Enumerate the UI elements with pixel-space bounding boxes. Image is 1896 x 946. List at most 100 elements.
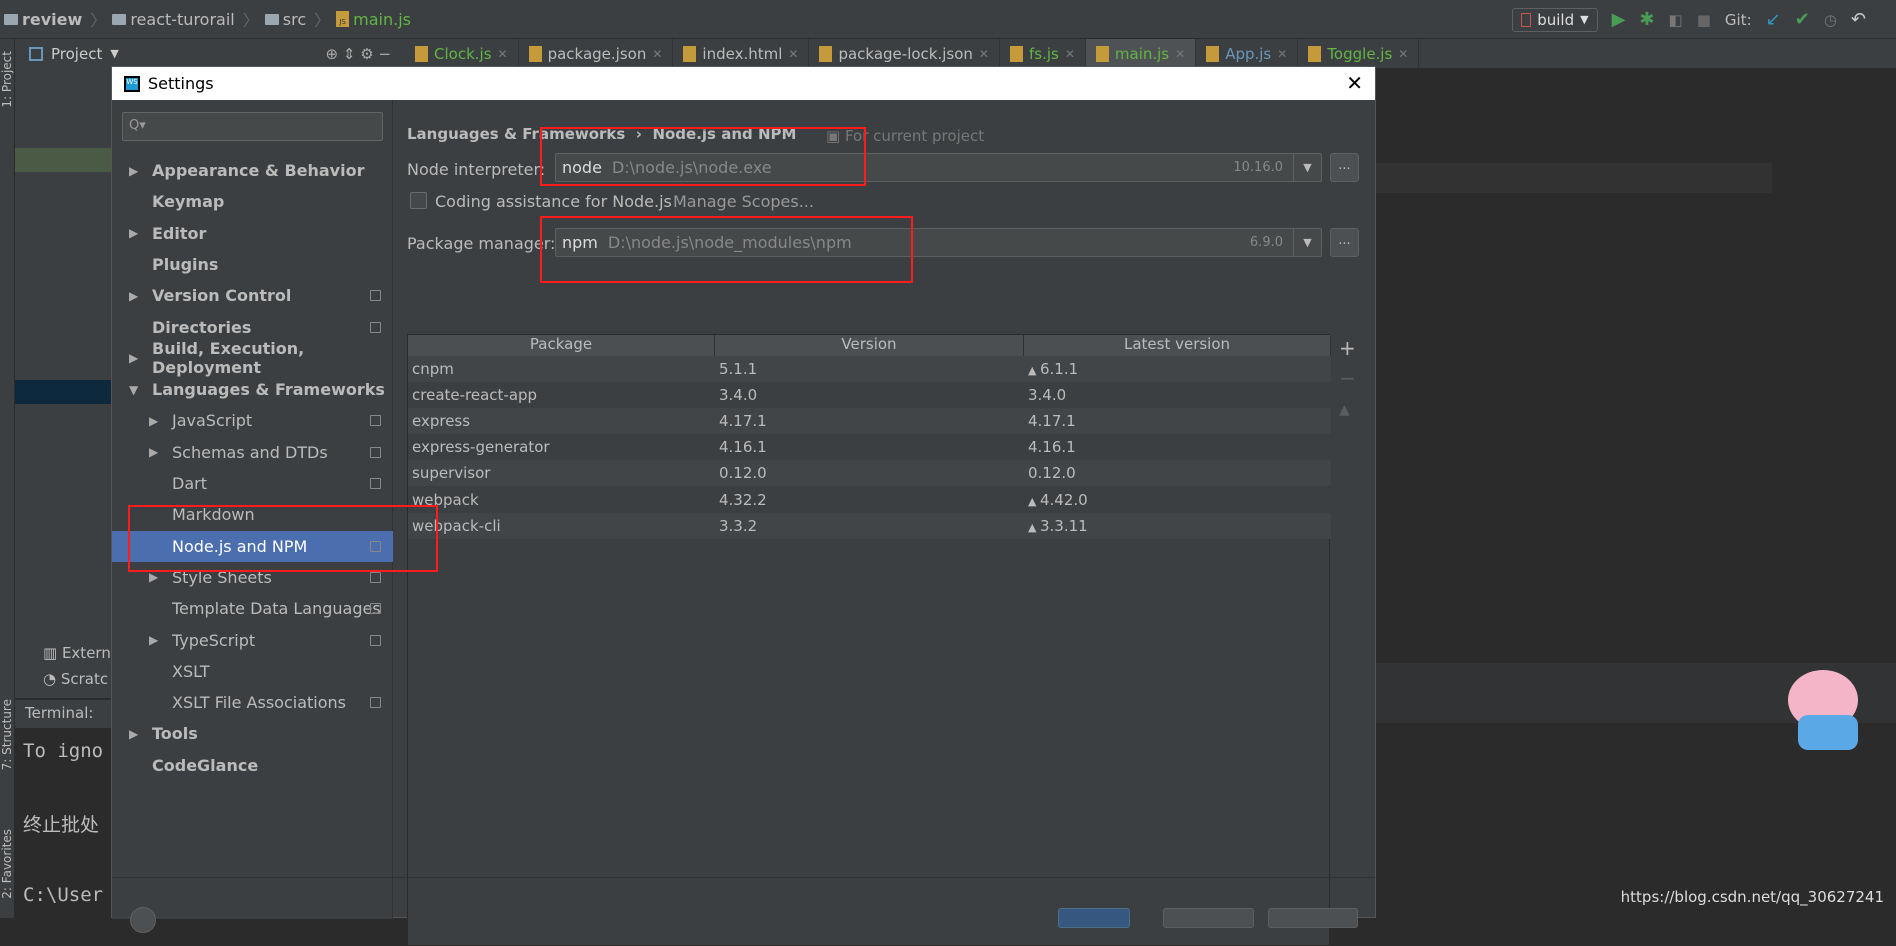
close-tab-icon[interactable]: ✕ — [1065, 47, 1075, 61]
tree-item-version-control[interactable]: ▶ Version Control — [112, 280, 393, 311]
manage-scopes-link[interactable]: Manage Scopes... — [673, 192, 814, 211]
coding-assistance-checkbox[interactable] — [410, 192, 427, 209]
table-row[interactable]: webpack-cli 3.3.2 ▲ 3.3.11 — [408, 512, 1331, 539]
chevron-down-icon[interactable]: ▼ — [129, 383, 138, 397]
coverage-icon[interactable]: ◧ — [1669, 11, 1683, 29]
chevron-right-icon[interactable]: ▶ — [149, 570, 158, 584]
chevron-right-icon[interactable]: ▶ — [149, 633, 158, 647]
file-icon — [1308, 45, 1322, 62]
chevron-right-icon[interactable]: ▶ — [129, 164, 138, 178]
upgrade-arrow-icon: ▲ — [1028, 364, 1040, 377]
browse-package-manager-button[interactable]: ... — [1330, 228, 1359, 257]
table-row[interactable]: express-generator 4.16.1 4.16.1 — [408, 434, 1331, 461]
tab-main-js[interactable]: main.js ✕ — [1085, 39, 1197, 68]
tab-clock-js[interactable]: Clock.js ✕ — [405, 39, 519, 68]
tree-item-template-data-languages[interactable]: Template Data Languages — [112, 593, 393, 624]
browse-interpreter-button[interactable]: ... — [1330, 153, 1359, 182]
project-scope-icon — [370, 634, 381, 646]
chevron-right-icon[interactable]: ▶ — [149, 445, 158, 459]
breadcrumb-review[interactable]: review 〉 — [4, 7, 106, 31]
tree-item-codeglance[interactable]: CodeGlance — [112, 750, 393, 781]
close-tab-icon[interactable]: ✕ — [1277, 47, 1287, 61]
close-tab-icon[interactable]: ✕ — [498, 47, 508, 61]
remove-package-button[interactable]: − — [1339, 366, 1356, 390]
history-icon[interactable]: ◷ — [1824, 11, 1837, 29]
project-view-select[interactable]: Project — [51, 45, 102, 63]
project-tool-tab[interactable]: 1: Project — [0, 51, 14, 108]
git-commit-icon[interactable]: ✔ — [1795, 9, 1810, 30]
breadcrumb-main-js[interactable]: JS main.js — [336, 10, 411, 29]
close-tab-icon[interactable]: ✕ — [1398, 47, 1408, 61]
help-button[interactable] — [130, 907, 156, 933]
tab-list: Clock.js ✕ package.json ✕ index.html ✕ package… — [405, 39, 1420, 68]
tree-item-typescript[interactable]: ▶ TypeScript — [112, 625, 393, 656]
favorites-tool-tab[interactable]: 2: Favorites — [0, 829, 14, 899]
left-tool-strip: 1: Project 7: Structure 2: Favorites — [0, 39, 15, 918]
tab-toggle-js[interactable]: Toggle.js ✕ — [1298, 39, 1420, 68]
project-scope-icon — [370, 321, 381, 333]
cancel-button[interactable] — [1163, 908, 1254, 928]
chevron-right-icon[interactable]: ▶ — [129, 727, 138, 741]
terminal-output[interactable]: To igno 终止批处 C:\User — [15, 728, 111, 918]
tree-item-xslt[interactable]: XSLT — [112, 656, 393, 687]
project-scope-icon — [370, 415, 381, 427]
chevron-right-icon[interactable]: ▶ — [129, 226, 138, 240]
upgrade-package-button[interactable]: ▲ — [1339, 402, 1350, 418]
debug-icon[interactable]: ✱ — [1639, 9, 1654, 30]
stop-icon[interactable]: ■ — [1697, 11, 1711, 29]
close-tab-icon[interactable]: ✕ — [979, 47, 989, 61]
close-tab-icon[interactable]: ✕ — [1175, 47, 1185, 61]
table-row[interactable]: create-react-app 3.4.0 3.4.0 — [408, 382, 1331, 409]
project-scope-icon — [370, 478, 381, 489]
tree-item-languages-frameworks[interactable]: ▼ Languages & Frameworks — [112, 374, 393, 405]
tree-item-javascript[interactable]: ▶ JavaScript — [112, 405, 393, 436]
table-row[interactable]: supervisor 0.12.0 0.12.0 — [408, 460, 1331, 487]
file-icon — [1206, 45, 1220, 62]
tree-item-directories[interactable]: Directories — [112, 312, 393, 343]
file-icon — [415, 45, 428, 62]
close-tab-icon[interactable]: ✕ — [652, 47, 662, 61]
run-icon[interactable]: ▶ — [1612, 9, 1626, 30]
column-package[interactable]: Package — [408, 335, 715, 356]
tab-fs-js[interactable]: fs.js ✕ — [1000, 39, 1086, 68]
tree-item-appearance-behavior[interactable]: ▶ Appearance & Behavior — [112, 155, 393, 186]
settings-search-input[interactable]: Q▾ — [122, 112, 383, 141]
run-config-select[interactable]: build ▼ — [1512, 7, 1598, 32]
column-version[interactable]: Version — [715, 335, 1024, 356]
breadcrumb-src[interactable]: src 〉 — [264, 7, 330, 31]
table-row[interactable]: express 4.17.1 4.17.1 — [408, 408, 1331, 435]
column-latest-version[interactable]: Latest version — [1024, 335, 1331, 356]
tab-package-lock-json[interactable]: package-lock.json ✕ — [809, 39, 1000, 68]
tree-item-plugins[interactable]: Plugins — [112, 249, 393, 280]
chevron-right-icon[interactable]: ▶ — [129, 351, 138, 365]
close-tab-icon[interactable]: ✕ — [788, 47, 798, 61]
apply-button[interactable] — [1268, 908, 1358, 928]
tab-app-js[interactable]: App.js ✕ — [1196, 39, 1299, 68]
chevron-right-icon[interactable]: ▶ — [149, 414, 158, 428]
panel-tools[interactable]: ⊕ ⇕ ⚙ − — [326, 45, 391, 63]
tree-item-build-execution-deployment[interactable]: ▶ Build, Execution, Deployment — [112, 339, 393, 377]
table-row[interactable]: cnpm 5.1.1 ▲ 6.1.1 — [408, 356, 1331, 382]
git-update-icon[interactable]: ↙ — [1766, 9, 1781, 30]
editor-tab-bar: Project ▼ ⊕ ⇕ ⚙ − Clock.js ✕ package.json ✕ i… — [15, 39, 1896, 68]
table-row[interactable]: webpack 4.32.2 ▲ 4.42.0 — [408, 486, 1331, 513]
tree-item-dart[interactable]: Dart — [112, 468, 393, 499]
add-package-button[interactable]: + — [1339, 336, 1356, 360]
close-button[interactable]: ✕ — [1346, 71, 1363, 95]
revert-icon[interactable]: ↶ — [1851, 9, 1866, 30]
tree-item-keymap[interactable]: Keymap — [112, 186, 393, 217]
tree-item-schemas-and-dtds[interactable]: ▶ Schemas and DTDs — [112, 437, 393, 468]
scratches-item[interactable]: ◔ Scratc — [43, 670, 108, 688]
file-icon — [683, 45, 697, 62]
structure-tool-tab[interactable]: 7: Structure — [0, 699, 14, 770]
breadcrumb-react-turorail[interactable]: react-turorail 〉 — [112, 7, 259, 31]
external-libraries-item[interactable]: ▥ Extern — [43, 644, 111, 662]
tree-item-tools[interactable]: ▶ Tools — [112, 718, 393, 749]
tree-item-xslt-file-associations[interactable]: XSLT File Associations — [112, 687, 393, 718]
ok-button[interactable] — [1058, 908, 1130, 928]
latest-version: ▲ 4.42.0 — [1028, 490, 1088, 509]
chevron-right-icon[interactable]: ▶ — [129, 289, 138, 303]
tab-index-html[interactable]: index.html ✕ — [673, 39, 810, 68]
tab-package-json[interactable]: package.json ✕ — [519, 39, 674, 68]
tree-item-editor[interactable]: ▶ Editor — [112, 218, 393, 249]
